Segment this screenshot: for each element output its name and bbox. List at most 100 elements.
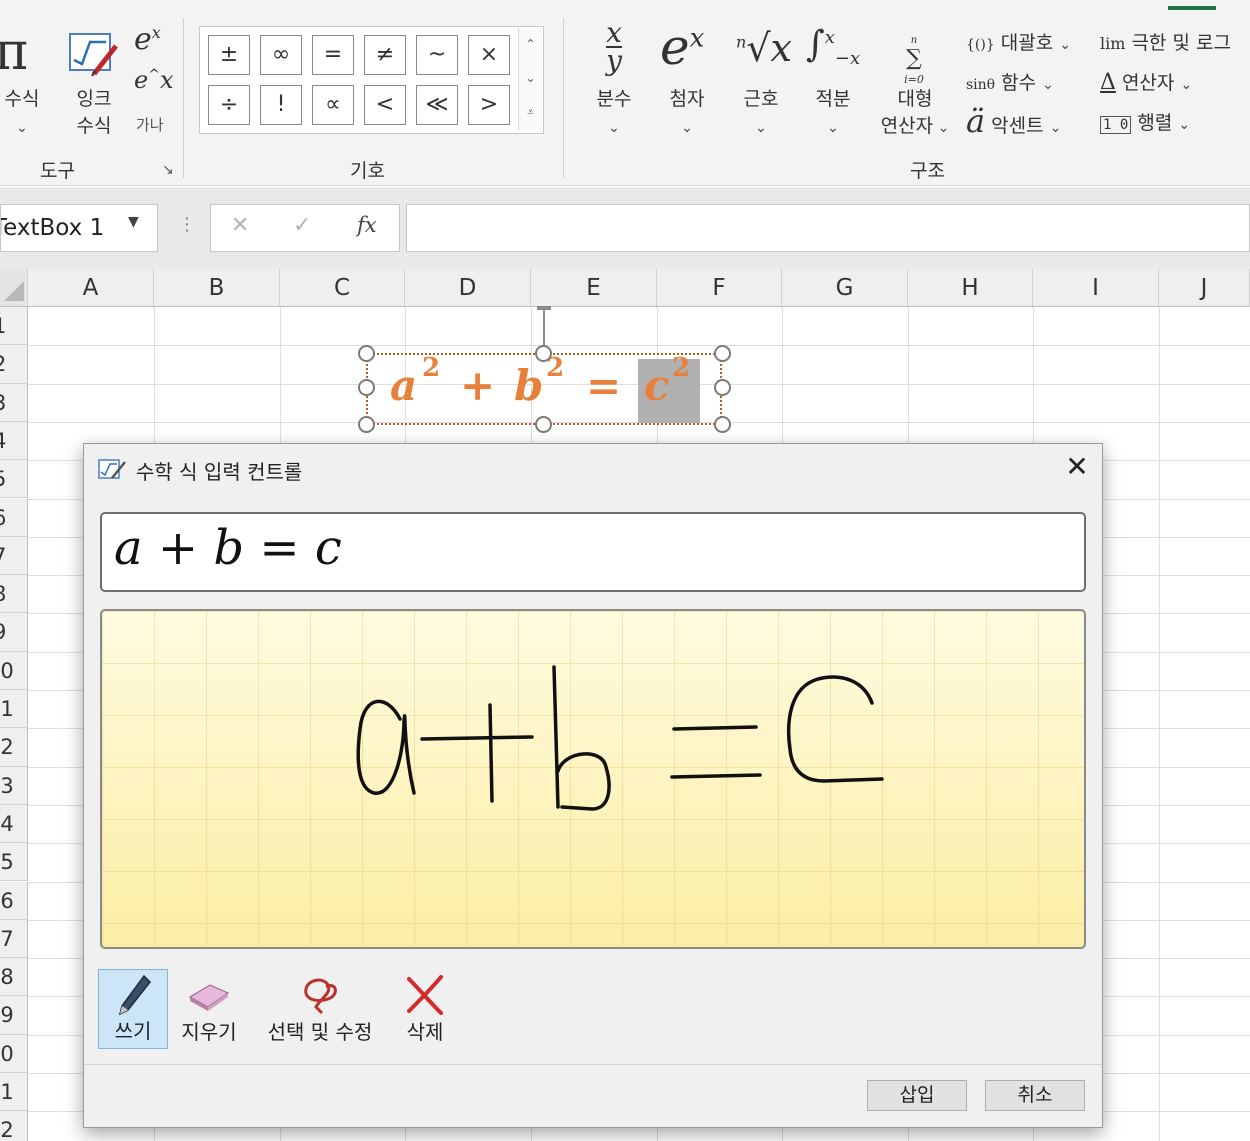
row-header[interactable]: 20 (0, 1034, 28, 1073)
column-header-b[interactable]: B (154, 269, 280, 307)
column-header-c[interactable]: C (280, 269, 405, 307)
row-header[interactable]: 1 (0, 307, 28, 346)
resize-handle-bottom-right[interactable] (714, 416, 731, 433)
function-button[interactable]: sinθ 함수 ⌄ (966, 68, 1054, 95)
symbol-not-equal[interactable]: ≠ (364, 35, 406, 75)
symbol-tilde[interactable]: ~ (416, 35, 458, 75)
row-header[interactable]: 12 (0, 728, 28, 767)
confirm-entry-icon[interactable]: ✓ (293, 213, 311, 238)
symbol-times[interactable]: × (468, 35, 510, 75)
erase-tool-label: 지우기 (181, 1020, 237, 1044)
fraction-button[interactable]: 분수 ⌄ (590, 86, 638, 142)
handwritten-strokes (356, 665, 884, 811)
write-tool-button[interactable]: 쓰기 (98, 969, 168, 1049)
symbol-factorial[interactable]: ! (260, 85, 302, 125)
select-correct-tool-button[interactable]: 선택 및 수정 (256, 969, 384, 1049)
row-header[interactable]: 7 (0, 536, 28, 576)
large-operator-icon[interactable]: n ∑ i=0 (900, 28, 928, 89)
row-header[interactable]: 5 (0, 460, 28, 499)
resize-handle-left[interactable] (358, 379, 375, 396)
gallery-scroll-down-icon[interactable]: ⌄ (518, 62, 542, 96)
operator-button[interactable]: Δ 연산자 ⌄ (1100, 68, 1192, 95)
row-header[interactable]: 22 (0, 1111, 28, 1141)
column-header-e[interactable]: E (531, 269, 657, 307)
row-header[interactable]: 6 (0, 498, 28, 537)
resize-handle-bottom[interactable] (535, 416, 552, 433)
row-header[interactable]: 11 (0, 690, 28, 729)
resize-handle-top-left[interactable] (358, 345, 375, 362)
row-header[interactable]: 4 (0, 421, 28, 461)
symbol-divide[interactable]: ÷ (208, 85, 250, 125)
row-header[interactable]: 15 (0, 843, 28, 882)
ink-equation-icon[interactable] (68, 30, 120, 78)
ink-equation-button[interactable]: 잉크 수식 (66, 86, 122, 140)
name-box-dropdown-icon[interactable]: ▼ (128, 214, 139, 230)
bracket-button[interactable]: {()} 대괄호 ⌄ (966, 28, 1071, 55)
script-icon[interactable]: ex (660, 18, 704, 76)
column-header-j[interactable]: J (1159, 269, 1250, 307)
symbol-much-less-than[interactable]: ≪ (416, 85, 458, 125)
normal-text-button[interactable]: 가나 (136, 114, 164, 135)
resize-handle-bottom-left[interactable] (358, 416, 375, 433)
eraser-icon (188, 984, 230, 1011)
insert-function-icon[interactable]: fx (357, 213, 377, 237)
row-header[interactable]: 19 (0, 996, 28, 1035)
insert-button[interactable]: 삽입 (867, 1080, 967, 1111)
linear-format-icon[interactable]: e^x (134, 66, 173, 94)
matrix-button[interactable]: 1 0 행렬 ⌄ (1100, 108, 1190, 135)
gallery-more-icon[interactable]: ⩡ (518, 96, 542, 130)
symbol-infinity[interactable]: ∞ (260, 35, 302, 75)
row-header[interactable]: 2 (0, 345, 28, 384)
column-header-h[interactable]: H (908, 269, 1033, 307)
rotate-handle-icon[interactable] (537, 306, 551, 310)
row-header[interactable]: 14 (0, 804, 28, 844)
resize-handle-top[interactable] (535, 345, 552, 362)
accent-button[interactable]: ä 악센트 ⌄ (966, 102, 1061, 140)
equation-button[interactable]: 수식 ⌄ (0, 86, 44, 142)
row-header[interactable]: 21 (0, 1073, 28, 1112)
rotate-handle-stem (543, 310, 545, 346)
row-header[interactable]: 17 (0, 919, 28, 959)
row-header[interactable]: 18 (0, 958, 28, 997)
symbol-equals[interactable]: = (312, 35, 354, 75)
large-operator-button[interactable]: 대형 연산자 ⌄ (872, 86, 958, 142)
symbol-greater-than[interactable]: > (468, 85, 510, 125)
row-header[interactable]: 10 (0, 651, 28, 690)
clear-tool-button[interactable]: 삭제 (390, 969, 460, 1049)
select-all-corner[interactable] (0, 269, 28, 307)
symbol-proportional[interactable]: ∝ (312, 85, 354, 125)
integral-icon[interactable]: ∫x−x (806, 24, 860, 69)
fraction-icon[interactable]: xy (598, 19, 630, 75)
row-header[interactable]: 3 (0, 383, 28, 422)
column-header-i[interactable]: I (1033, 269, 1159, 307)
chevron-down-icon: ⌄ (608, 120, 620, 136)
cancel-button[interactable]: 취소 (985, 1080, 1085, 1111)
formula-input[interactable] (406, 204, 1250, 252)
handwriting-area[interactable] (100, 609, 1086, 949)
erase-tool-button[interactable]: 지우기 (174, 969, 244, 1049)
row-header[interactable]: 13 (0, 766, 28, 805)
limit-log-button[interactable]: lim 극한 및 로그 (1100, 28, 1231, 55)
dialog-launcher-icon[interactable]: ↘ (162, 162, 174, 178)
resize-handle-top-right[interactable] (714, 345, 731, 362)
script-button[interactable]: 첨자 ⌄ (662, 86, 712, 142)
row-header[interactable]: 8 (0, 575, 28, 614)
radical-icon[interactable]: n√x (736, 26, 792, 70)
integral-button[interactable]: 적분 ⌄ (808, 86, 858, 142)
row-header[interactable]: 16 (0, 881, 28, 920)
resize-handle-right[interactable] (714, 379, 731, 396)
gallery-scroll-up-icon[interactable]: ⌃ (518, 28, 542, 62)
equation-textbox[interactable]: a 2 + b 2 = c 2 (366, 353, 722, 425)
radical-button[interactable]: 근호 ⌄ (736, 86, 786, 142)
column-header-a[interactable]: A (28, 269, 154, 307)
pi-equation-icon[interactable]: π (0, 22, 28, 82)
close-icon[interactable]: ✕ (1062, 452, 1092, 482)
cancel-entry-icon[interactable]: ✕ (231, 213, 249, 238)
symbol-plus-minus[interactable]: ± (208, 35, 250, 75)
professional-format-icon[interactable]: ex (134, 22, 161, 57)
column-header-g[interactable]: G (782, 269, 908, 307)
row-header[interactable]: 9 (0, 613, 28, 652)
column-header-d[interactable]: D (405, 269, 531, 307)
symbol-less-than[interactable]: < (364, 85, 406, 125)
column-header-f[interactable]: F (657, 269, 782, 307)
